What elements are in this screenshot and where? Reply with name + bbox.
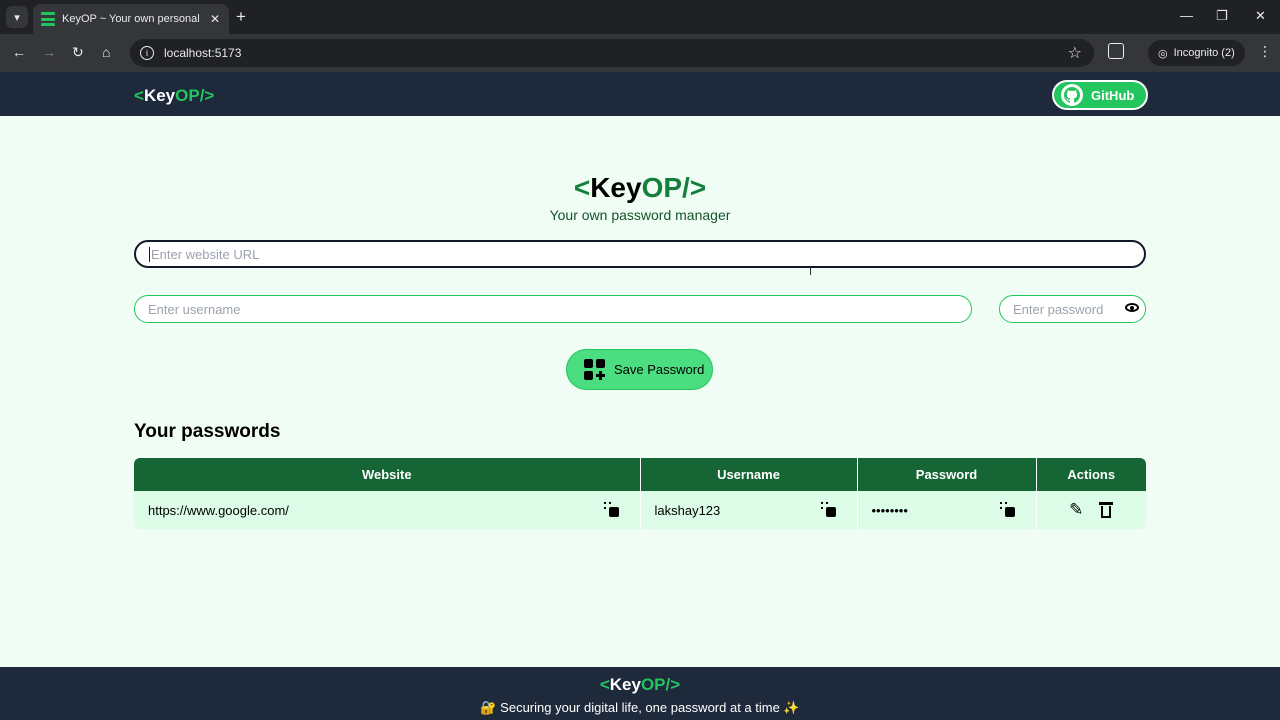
logo-key-text: Key bbox=[143, 86, 176, 105]
restore-icon[interactable]: ❐ bbox=[1216, 8, 1228, 24]
save-password-button[interactable]: Save Password bbox=[566, 349, 713, 390]
password-cell: •••••••• bbox=[857, 491, 1037, 529]
hero-logo-key: Key bbox=[590, 172, 642, 203]
site-info-icon[interactable]: i bbox=[140, 46, 154, 60]
header-actions: Actions bbox=[1036, 458, 1146, 491]
passwords-table: Website Username Password Actions https:… bbox=[134, 458, 1146, 529]
browser-toolbar: ← → ↻ ⌂ i localhost:5173 ☆ ◎ Incognito (… bbox=[0, 34, 1280, 72]
username-input[interactable]: Enter username bbox=[134, 295, 972, 323]
header-password: Password bbox=[857, 458, 1037, 491]
browser-tab[interactable]: KeyOP ~ Your own personal pa ✕ bbox=[33, 4, 229, 34]
username-value: lakshay123 bbox=[654, 502, 721, 518]
hero-logo: <KeyOP/> bbox=[0, 172, 1280, 204]
forward-icon[interactable]: → bbox=[42, 44, 56, 60]
edit-pencil-icon[interactable]: ✎ bbox=[1069, 500, 1083, 520]
browser-menu-icon[interactable]: ⋮ bbox=[1258, 43, 1272, 60]
header-website: Website bbox=[134, 458, 641, 491]
hero-subtitle: Your own password manager bbox=[549, 207, 731, 223]
footer-logo-key: Key bbox=[609, 675, 641, 694]
tab-close-icon[interactable]: ✕ bbox=[210, 12, 220, 26]
home-icon[interactable]: ⌂ bbox=[102, 44, 110, 60]
mouse-text-cursor: I bbox=[809, 266, 813, 278]
extensions-icon[interactable] bbox=[1108, 43, 1124, 59]
add-grid-icon bbox=[584, 359, 605, 380]
delete-trash-icon[interactable] bbox=[1099, 502, 1114, 518]
header-username: Username bbox=[640, 458, 858, 491]
github-label: GitHub bbox=[1091, 87, 1135, 103]
footer-logo-close: /> bbox=[665, 675, 681, 694]
copy-icon[interactable] bbox=[603, 502, 620, 518]
website-url-placeholder: Enter website URL bbox=[151, 246, 260, 262]
logo-op-text: OP bbox=[175, 86, 200, 105]
incognito-icon: ◎ bbox=[1158, 47, 1168, 60]
new-tab-button[interactable]: + bbox=[236, 7, 246, 27]
table-row: https://www.google.com/ lakshay123 •••••… bbox=[134, 491, 1146, 529]
navbar-logo[interactable]: <KeyOP/> bbox=[134, 86, 214, 106]
hero-logo-op: OP bbox=[641, 172, 683, 203]
logo-open-bracket: < bbox=[134, 86, 144, 105]
text-caret bbox=[149, 246, 150, 262]
hero-logo-open: < bbox=[573, 172, 591, 203]
copy-icon[interactable] bbox=[820, 502, 837, 518]
back-icon[interactable]: ← bbox=[12, 44, 26, 60]
website-cell: https://www.google.com/ bbox=[134, 491, 641, 529]
website-value: https://www.google.com/ bbox=[148, 502, 289, 518]
close-window-icon[interactable]: ✕ bbox=[1255, 8, 1266, 24]
copy-icon[interactable] bbox=[999, 502, 1016, 518]
tab-search-icon[interactable]: ▾ bbox=[6, 6, 28, 28]
favicon-icon bbox=[41, 12, 55, 26]
logo-close-bracket: /> bbox=[199, 86, 215, 105]
website-url-input[interactable]: Enter website URL bbox=[134, 240, 1146, 268]
minimize-icon[interactable]: — bbox=[1180, 8, 1193, 23]
password-value: •••••••• bbox=[871, 502, 908, 518]
footer-logo-open: < bbox=[599, 675, 610, 694]
footer-logo: <KeyOP/> bbox=[0, 675, 1280, 695]
github-icon bbox=[1061, 84, 1083, 106]
browser-tab-strip: ▾ KeyOP ~ Your own personal pa ✕ + — ❐ ✕ bbox=[0, 0, 1280, 34]
footer-tagline: 🔐 Securing your digital life, one passwo… bbox=[480, 700, 800, 715]
password-input[interactable]: Enter password bbox=[999, 295, 1146, 323]
footer-logo-op: OP bbox=[640, 675, 666, 694]
password-placeholder: Enter password bbox=[1013, 301, 1104, 317]
save-password-label: Save Password bbox=[614, 362, 705, 377]
address-bar[interactable]: i localhost:5173 ☆ bbox=[130, 39, 1094, 67]
github-button[interactable]: GitHub bbox=[1052, 80, 1148, 110]
incognito-label: Incognito (2) bbox=[1173, 47, 1235, 59]
table-header-row: Website Username Password Actions bbox=[134, 458, 1146, 491]
hero-logo-close: /> bbox=[682, 172, 707, 203]
username-cell: lakshay123 bbox=[640, 491, 858, 529]
address-url: localhost:5173 bbox=[164, 46, 242, 60]
incognito-badge[interactable]: ◎ Incognito (2) bbox=[1148, 40, 1245, 66]
tab-title: KeyOP ~ Your own personal pa bbox=[62, 13, 202, 25]
username-placeholder: Enter username bbox=[148, 301, 241, 317]
bookmark-star-icon[interactable]: ☆ bbox=[1068, 43, 1082, 63]
actions-cell: ✎ bbox=[1036, 491, 1146, 529]
passwords-section-title: Your passwords bbox=[134, 421, 281, 442]
show-password-eye-icon[interactable] bbox=[1125, 303, 1139, 312]
reload-icon[interactable]: ↻ bbox=[72, 44, 84, 61]
